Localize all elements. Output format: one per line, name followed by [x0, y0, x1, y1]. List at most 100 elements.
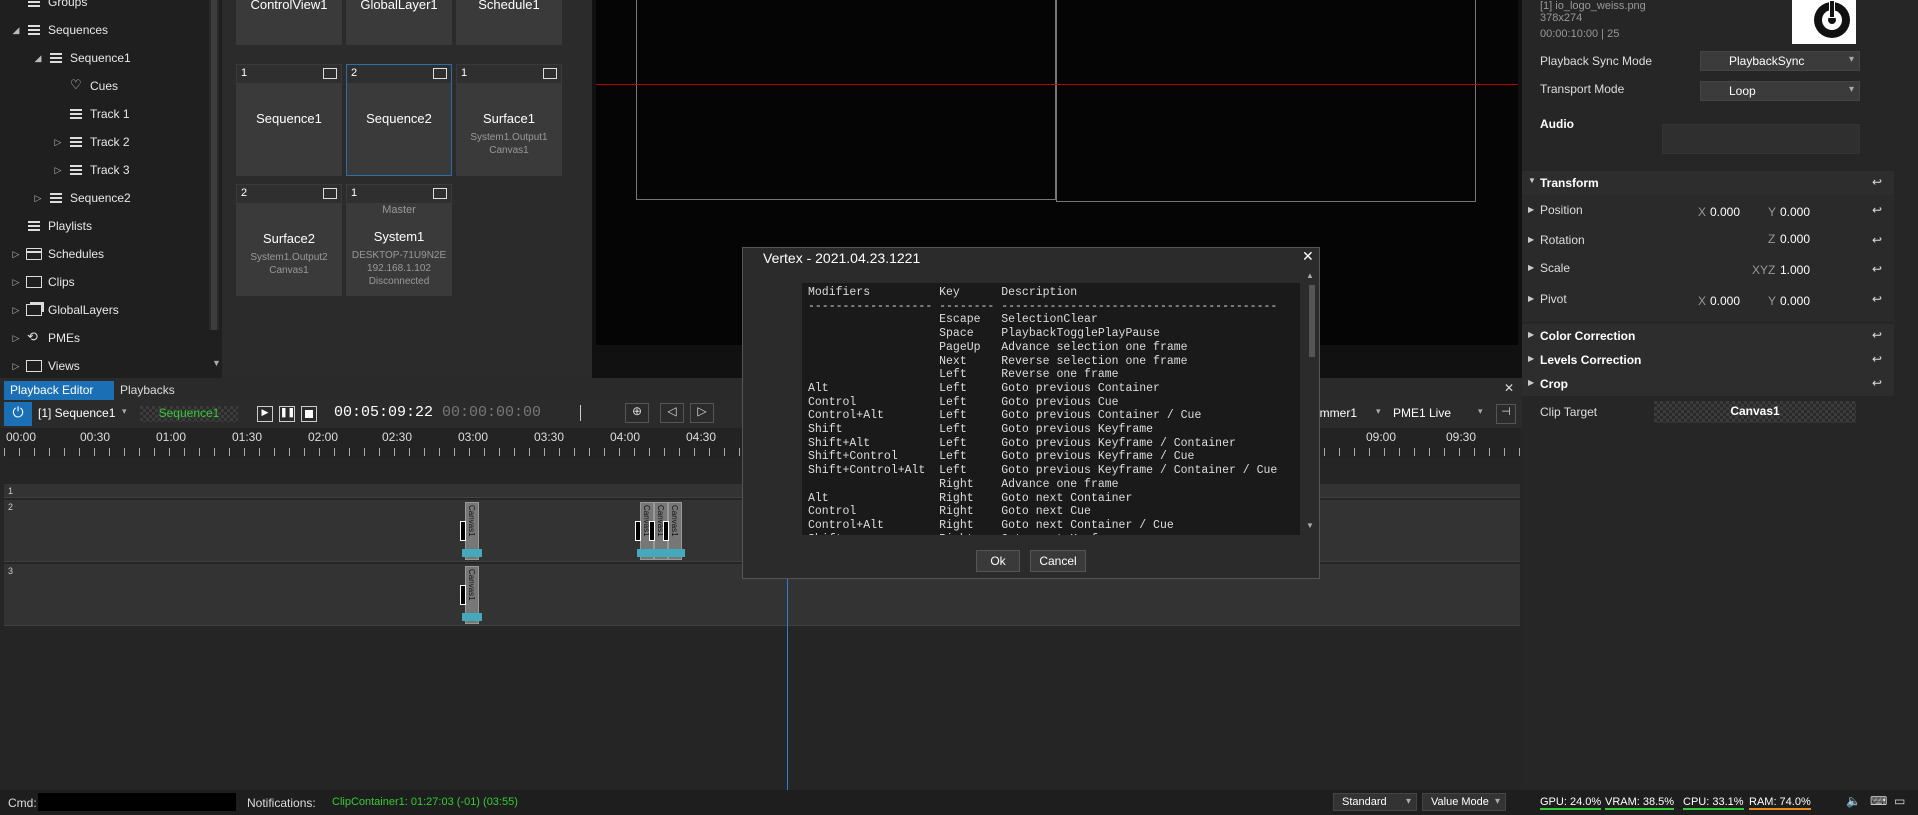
tile-surface2[interactable]: 2 Surface2 System1.Output2 Canvas1	[236, 184, 342, 296]
scroll-thumb[interactable]	[1309, 285, 1315, 357]
reset-icon[interactable]: ↩	[1872, 233, 1882, 247]
expand-arrow-icon[interactable]: ◢	[32, 53, 44, 64]
tree-item-cues[interactable]: Cues	[52, 74, 118, 98]
tile-controlview1[interactable]: ControlView1	[236, 0, 342, 45]
tile-sequence2[interactable]: 2 Sequence2	[346, 64, 452, 176]
expand-arrow-icon[interactable]: ▷	[10, 277, 22, 288]
close-icon[interactable]: ✕	[1302, 248, 1314, 265]
sequence-name-field[interactable]: Sequence1	[140, 406, 238, 422]
cancel-button[interactable]: Cancel	[1030, 550, 1086, 572]
ok-button[interactable]: Ok	[976, 550, 1020, 572]
tile-system1[interactable]: 1 Master System1 DESKTOP-71U9N2E 192.168.1.1…	[346, 184, 452, 296]
expand-icon[interactable]: ▶	[1528, 354, 1534, 363]
scroll-up-icon[interactable]: ▲	[1306, 271, 1314, 280]
clip-target-field[interactable]: Canvas1	[1654, 401, 1856, 423]
play-icon[interactable]: ▶	[257, 406, 273, 422]
mode-select[interactable]: Standard	[1333, 793, 1417, 811]
expand-arrow-icon[interactable]: ▷	[10, 305, 22, 316]
tree-item-sequence2[interactable]: ▷ Sequence2	[32, 186, 131, 210]
chevron-down-icon[interactable]: ▾	[1478, 406, 1483, 417]
audio-field[interactable]	[1662, 124, 1860, 154]
expand-arrow-icon[interactable]: ▷	[10, 333, 22, 344]
tree-item-views[interactable]: ▷ Views	[10, 354, 80, 378]
pivot-y-value[interactable]: 0.000	[1780, 294, 1810, 308]
chevron-down-icon[interactable]: ▾	[1376, 406, 1381, 417]
pause-icon[interactable]: ❚❚	[279, 406, 295, 422]
tree-item-playlists[interactable]: Playlists	[10, 214, 92, 238]
tree-scrollbar[interactable]	[209, 0, 219, 330]
expand-icon[interactable]: ▶	[1528, 330, 1534, 339]
power-icon[interactable]: ⏻	[4, 402, 32, 426]
transform-section[interactable]: ▼ Transform ↩	[1522, 171, 1894, 195]
tab-playbacks[interactable]: Playbacks ✕	[114, 381, 194, 411]
tree-item-pmes[interactable]: ▷ PMEs	[10, 326, 80, 350]
reset-icon[interactable]: ↩	[1872, 203, 1882, 217]
keyboard-icon[interactable]: ⌨	[1870, 794, 1887, 808]
pivot-x-value[interactable]: 0.000	[1710, 294, 1740, 308]
shortcut-list[interactable]: Modifiers Key Description --------------…	[802, 283, 1300, 535]
transport-mode-dropdown[interactable]: Loop	[1700, 81, 1860, 101]
expand-icon[interactable]: ▶	[1528, 205, 1534, 214]
scroll-down-icon[interactable]: ▼	[1306, 521, 1314, 530]
crop-section[interactable]: ▶ Crop ↩	[1522, 372, 1894, 396]
tree-item-sequence1[interactable]: ◢ Sequence1	[32, 46, 131, 70]
tile-globallayer1[interactable]: GlobalLayer1	[346, 0, 452, 45]
expand-arrow-icon[interactable]: ▷	[10, 361, 22, 372]
reset-icon[interactable]: ↩	[1872, 376, 1882, 390]
expand-arrow-icon[interactable]: ▷	[32, 193, 44, 204]
tile-surface1[interactable]: 1 Surface1 System1.Output1 Canvas1	[456, 64, 562, 176]
dialog-scrollbar[interactable]: ▲ ▼	[1306, 271, 1318, 533]
playback-sync-dropdown[interactable]: PlaybackSync	[1700, 51, 1860, 71]
reset-icon[interactable]: ↩	[1872, 352, 1882, 366]
cmd-input[interactable]	[38, 793, 236, 811]
speaker-icon[interactable]: 🔈	[1846, 794, 1861, 808]
pin-icon[interactable]: ⊣	[1496, 404, 1516, 424]
chevron-down-icon[interactable]: ▾	[122, 406, 127, 417]
tile-sequence1[interactable]: 1 Sequence1	[236, 64, 342, 176]
expand-icon[interactable]: ▶	[1528, 263, 1534, 272]
reset-icon[interactable]: ↩	[1872, 328, 1882, 342]
reset-icon[interactable]: ↩	[1872, 262, 1882, 276]
monitor-icon[interactable]: ▭	[1894, 794, 1905, 808]
color-correction-section[interactable]: ▶ Color Correction ↩	[1522, 324, 1894, 348]
next-cue-icon[interactable]: ▷	[690, 403, 714, 423]
value-mode-select[interactable]: Value Mode	[1422, 793, 1506, 811]
tree-item-track-3[interactable]: ▷ Track 3	[52, 158, 130, 182]
expand-icon[interactable]: ▶	[1528, 235, 1534, 244]
scale-value[interactable]: 1.000	[1780, 263, 1810, 277]
expand-arrow-icon[interactable]: ▷	[52, 137, 64, 148]
tree-item-track-1[interactable]: Track 1	[52, 102, 130, 126]
clip-thumbnail	[460, 585, 466, 605]
position-x-value[interactable]: 0.000	[1710, 205, 1740, 219]
tree-item-clips[interactable]: ▷ Clips	[10, 270, 75, 294]
rotation-z-value[interactable]: 0.000	[1780, 232, 1810, 246]
add-cue-icon[interactable]: ⊕	[625, 403, 649, 423]
tree-item-schedules[interactable]: ▷ Schedules	[10, 242, 105, 266]
tree-item-groups[interactable]: Groups	[10, 0, 87, 14]
pme-select[interactable]: PME1 Live	[1393, 406, 1451, 420]
stop-icon[interactable]	[301, 406, 317, 422]
tile-schedule1[interactable]: Schedule1	[456, 0, 562, 45]
tab-playback-editor[interactable]: Playback Editor ✕	[4, 381, 114, 411]
expand-arrow-icon[interactable]: ▷	[10, 249, 22, 260]
tree-item-sequences[interactable]: ◢ Sequences	[10, 18, 109, 42]
reset-icon[interactable]: ↩	[1872, 175, 1882, 189]
close-icon[interactable]: ✕	[1504, 381, 1514, 395]
timeline-clip[interactable]: Canvas1	[460, 566, 482, 624]
expand-arrow-icon[interactable]: ◢	[10, 25, 22, 36]
expand-icon[interactable]: ▶	[1528, 294, 1534, 303]
previous-cue-icon[interactable]: ◁	[660, 403, 684, 423]
timeline-clip[interactable]: Canvas1	[460, 502, 482, 560]
levels-correction-section[interactable]: ▶ Levels Correction ↩	[1522, 348, 1894, 372]
tree-item-track-2[interactable]: ▷ Track 2	[52, 130, 130, 154]
scroll-down-icon[interactable]: ▼	[212, 358, 221, 368]
tile-name: Schedule1	[478, 0, 540, 12]
expand-arrow-icon[interactable]: ▷	[52, 165, 64, 176]
reset-icon[interactable]: ↩	[1872, 292, 1882, 306]
position-y-value[interactable]: 0.000	[1780, 205, 1810, 219]
expand-icon[interactable]: ▶	[1528, 378, 1534, 387]
collapse-icon[interactable]: ▼	[1528, 176, 1536, 185]
tree-item-globallayers[interactable]: ▷ GlobalLayers	[10, 298, 119, 322]
timeline-clip[interactable]: Canvas1	[663, 502, 685, 560]
sequence-select[interactable]: [1] Sequence1	[38, 406, 115, 420]
